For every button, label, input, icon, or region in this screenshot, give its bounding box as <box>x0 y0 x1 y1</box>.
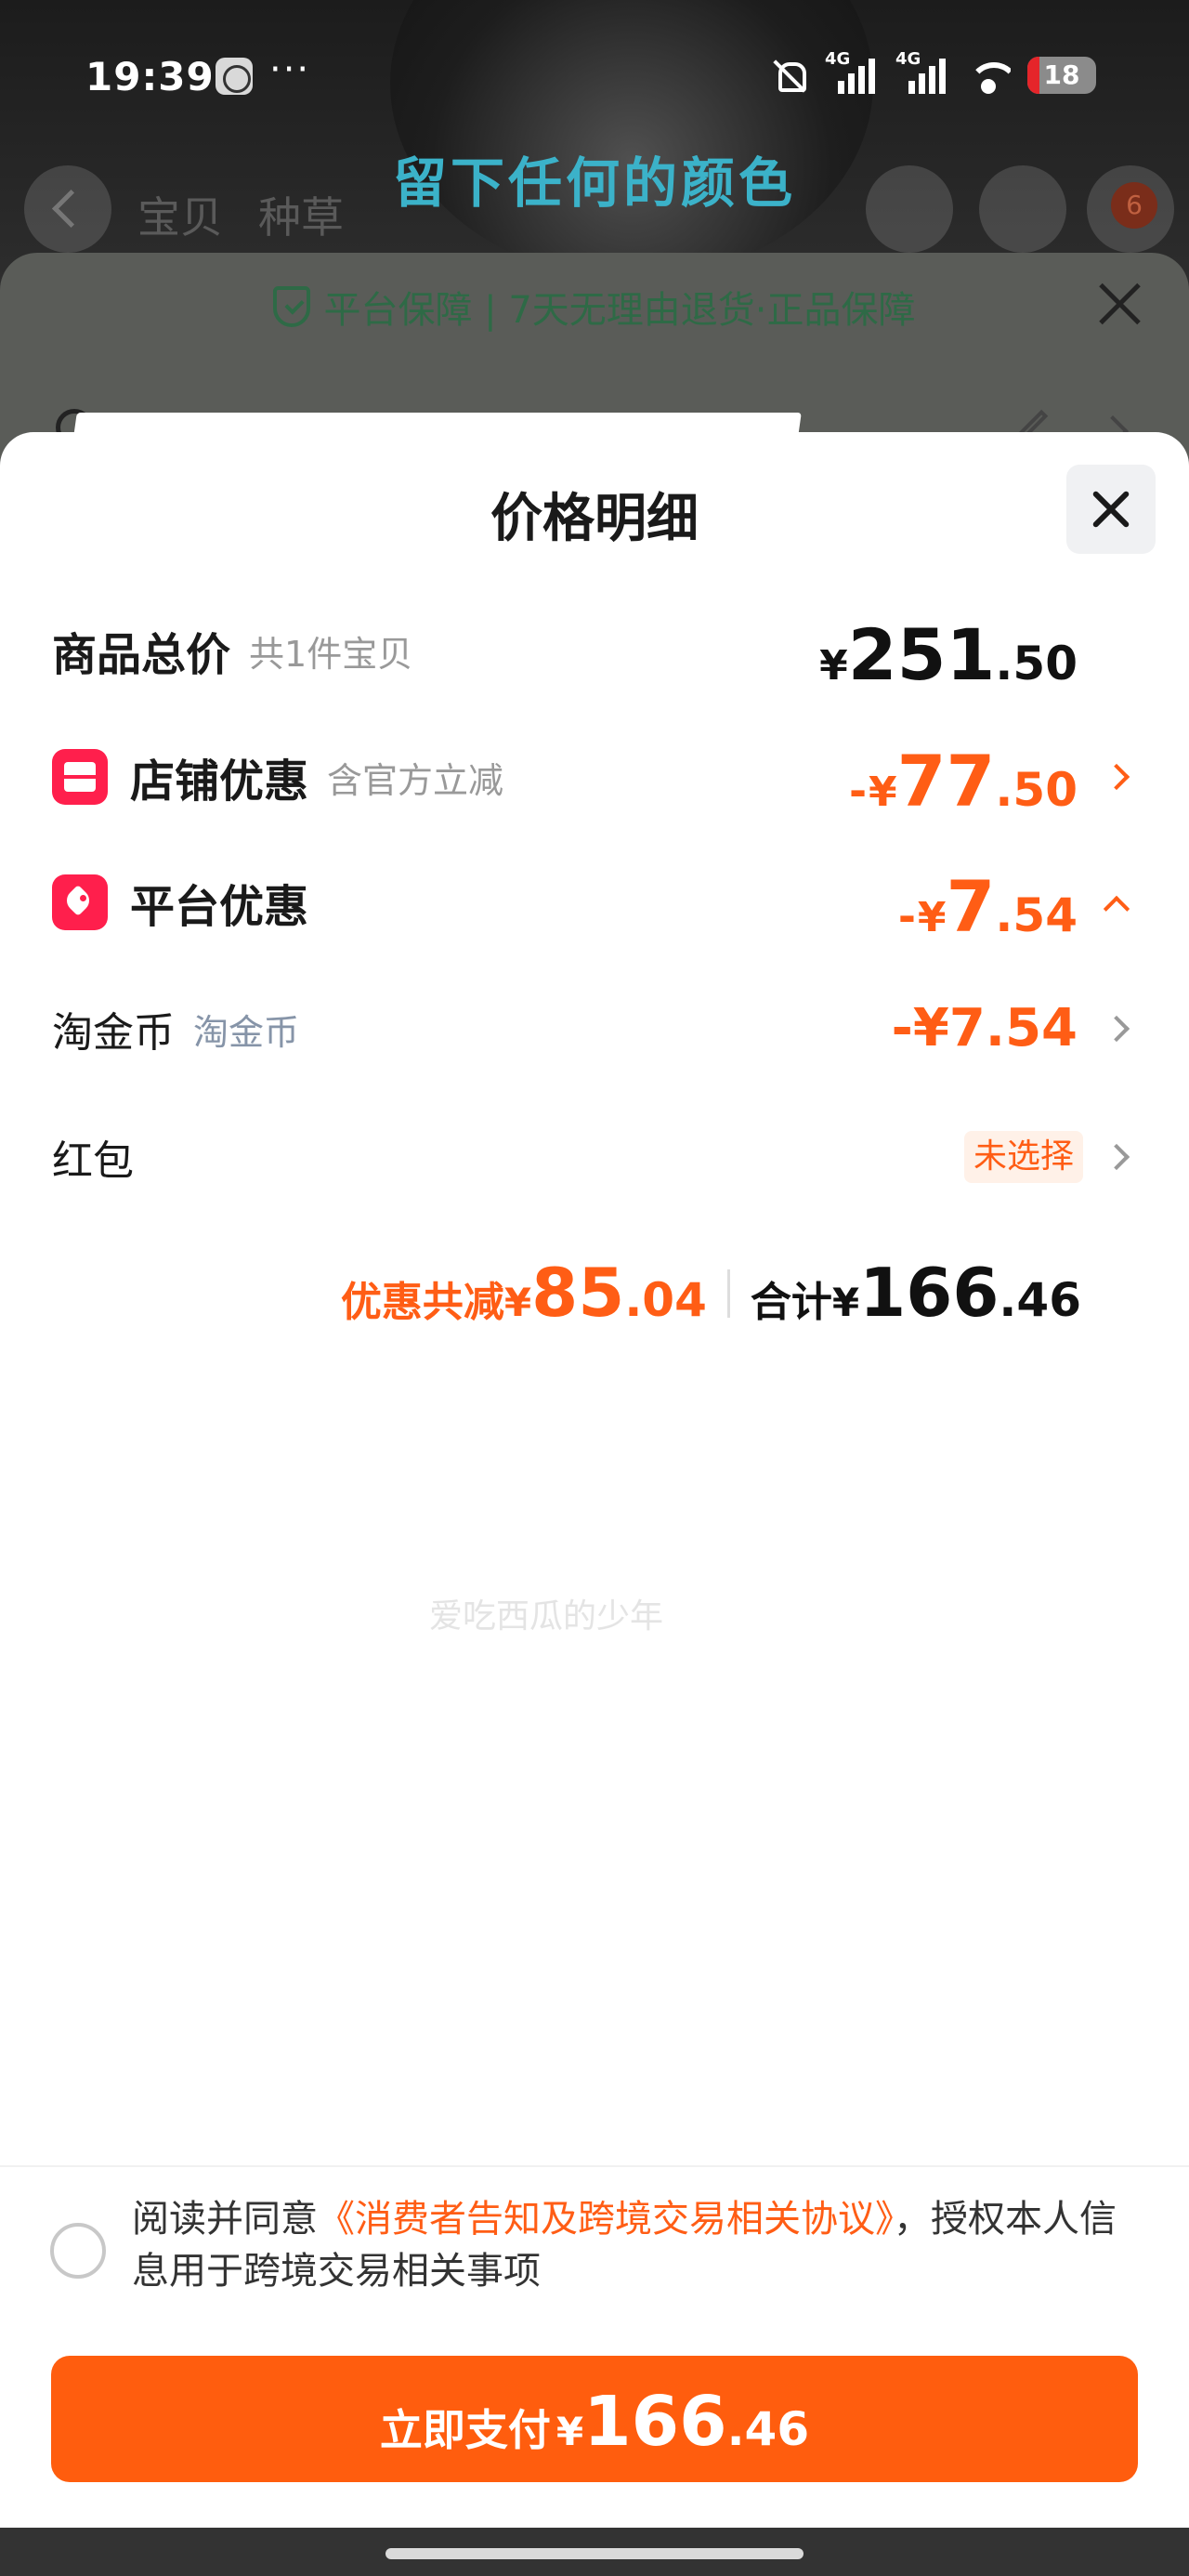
video-title: 留下任何的颜色 <box>392 151 796 215</box>
signal-icon: 4G <box>895 49 949 94</box>
close-icon <box>1096 281 1143 327</box>
agreement-text: 阅读并同意《消费者告知及跨境交易相关协议》，授权本人信息用于跨境交易相关事项 <box>132 2198 1117 2293</box>
chevron-right-icon[interactable] <box>1103 763 1130 791</box>
red-packet-label: 红包 <box>52 1137 134 1185</box>
chevron-right-icon[interactable] <box>1103 1143 1130 1171</box>
watermark: 爱吃西瓜的少年 <box>429 1597 664 1636</box>
taojinbi-label: 淘金币 <box>52 1009 175 1057</box>
pay-now-button[interactable]: 立即支付 ¥ 166 .46 <box>51 2356 1138 2482</box>
chevron-right-icon[interactable] <box>1103 1015 1130 1043</box>
price-summary: 优惠共减 ¥ 85 .04 合计 ¥ 166 .46 <box>341 1259 1081 1328</box>
row-store-discount[interactable]: 店铺优惠 含官方立减 - ¥ 77 .50 <box>0 726 1189 828</box>
store-icon <box>52 749 108 805</box>
platform-discount-amount: - ¥ 7 .54 <box>897 865 1078 948</box>
mute-bell-icon <box>771 57 808 94</box>
divider <box>726 1269 730 1318</box>
guarantee-text: 平台保障 | 7天无理由退货·正品保障 <box>323 288 916 332</box>
platform-discount-label: 平台优惠 <box>130 881 309 933</box>
store-discount-amount: - ¥ 77 .50 <box>848 740 1078 822</box>
wifi-icon <box>966 57 1011 94</box>
grand-total: 合计 ¥ 166 .46 <box>750 1254 1081 1332</box>
agreement-checkbox[interactable] <box>50 2223 106 2279</box>
close-button[interactable] <box>1066 465 1156 554</box>
chevron-up-icon[interactable] <box>1103 895 1130 923</box>
item-count: 共1件宝贝 <box>249 633 413 675</box>
battery-icon: 18 <box>1027 57 1096 94</box>
store-discount-label: 店铺优惠 <box>130 756 309 808</box>
compass-icon <box>216 58 253 95</box>
tag-icon <box>52 874 108 930</box>
taojinbi-sub: 淘金币 <box>193 1011 300 1053</box>
taojinbi-amount: -¥7.54 <box>891 998 1078 1058</box>
home-indicator[interactable] <box>385 2548 804 2559</box>
row-platform-discount[interactable]: 平台优惠 - ¥ 7 .54 <box>0 851 1189 953</box>
row-total-price: 商品总价 共1件宝贝 ¥ 251 .50 <box>0 599 1189 702</box>
battery-percent: 18 <box>1043 59 1080 90</box>
agreement-row: 阅读并同意《消费者告知及跨境交易相关协议》，授权本人信息用于跨境交易相关事项 <box>0 2165 1189 2305</box>
row-red-packet[interactable]: 红包 未选择 <box>0 1106 1189 1208</box>
status-time: 19:39 <box>85 54 215 99</box>
store-discount-sub: 含官方立减 <box>327 759 504 801</box>
row-taojinbi[interactable]: 淘金币 淘金币 -¥7.54 <box>0 978 1189 1080</box>
signal-icon: 4G <box>825 49 879 94</box>
red-packet-status-badge[interactable]: 未选择 <box>963 1131 1083 1183</box>
more-notifications-icon: ··· <box>269 48 311 91</box>
total-price-label: 商品总价 <box>52 629 231 681</box>
guarantee-bar: 平台保障 | 7天无理由退货·正品保障 <box>0 253 1189 360</box>
discount-total: 优惠共减 ¥ 85 .04 <box>340 1254 707 1332</box>
agreement-link[interactable]: 《消费者告知及跨境交易相关协议》 <box>318 2198 894 2241</box>
sheet-title: 价格明细 <box>490 489 699 549</box>
status-bar: 19:39 ··· 4G 4G 18 <box>0 0 1189 158</box>
shield-check-icon <box>273 285 311 327</box>
total-price-amount: ¥ 251 .50 <box>819 613 1078 696</box>
